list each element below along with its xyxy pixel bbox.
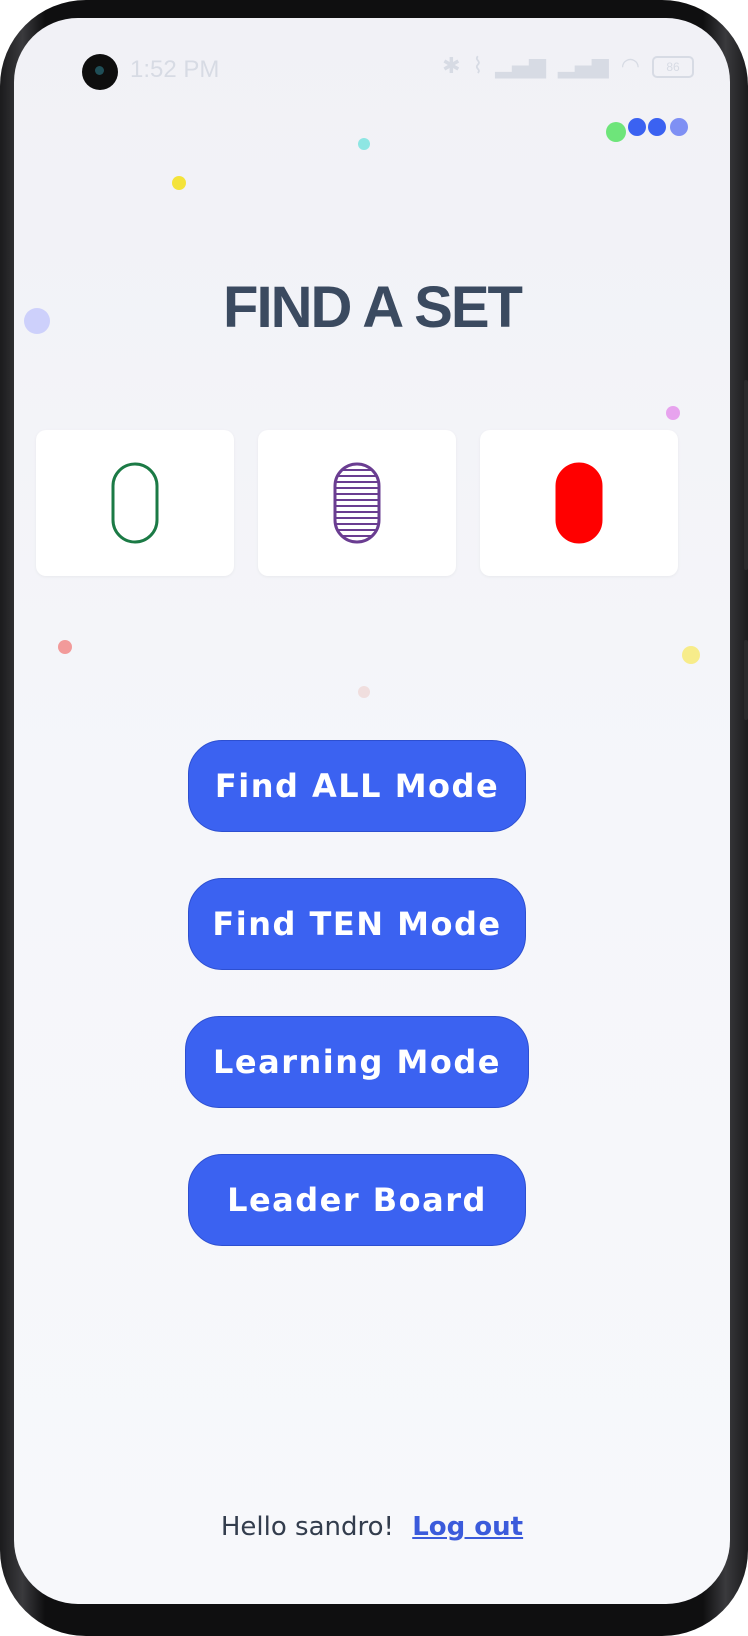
status-time: 1:52 PM (130, 56, 220, 83)
confetti-dot (358, 686, 370, 698)
set-card[interactable] (480, 430, 678, 576)
oval-empty-green-icon (111, 462, 159, 544)
app-screen: 1:52 PM ✱ ⌇ ▂▄▆ ▂▄▆ ◠ 86 FIND A SET Find… (14, 18, 730, 1604)
confetti-dot (58, 640, 72, 654)
status-bar: 1:52 PM ✱ ⌇ ▂▄▆ ▂▄▆ ◠ 86 (14, 18, 730, 114)
logout-link[interactable]: Log out (412, 1512, 523, 1542)
confetti-dot (172, 176, 186, 190)
set-card[interactable] (258, 430, 456, 576)
page-title: FIND A SET (223, 275, 523, 340)
bluetooth-icon: ✱ (442, 54, 461, 79)
footer: Hello sandro! Log out (14, 1512, 730, 1542)
greeting-text: Hello sandro! (220, 1512, 394, 1542)
phone-frame: 1:52 PM ✱ ⌇ ▂▄▆ ▂▄▆ ◠ 86 FIND A SET Find… (0, 0, 748, 1636)
leader-board-button[interactable]: Leader Board (188, 1154, 526, 1246)
confetti-dot (606, 122, 626, 142)
power-button (744, 640, 748, 720)
battery-icon: 86 (652, 55, 694, 78)
find-ten-mode-button[interactable]: Find TEN Mode (188, 878, 526, 970)
set-card[interactable] (36, 430, 234, 576)
confetti-dot (670, 118, 688, 136)
confetti-dot (358, 138, 370, 150)
signal-icon: ▂▄▆ (558, 54, 609, 79)
front-camera (82, 54, 118, 90)
bell-off-icon: ⌇ (472, 54, 484, 79)
confetti-dot (666, 406, 680, 420)
volume-button (744, 380, 748, 570)
confetti-dot (628, 118, 646, 136)
confetti-dot (682, 646, 700, 664)
wifi-icon: ◠ (620, 54, 640, 79)
signal-icon: ▂▄▆ (495, 54, 547, 79)
oval-striped-purple-icon (333, 462, 381, 544)
confetti-dot (648, 118, 666, 136)
oval-solid-red-icon (555, 462, 603, 544)
learning-mode-button[interactable]: Learning Mode (185, 1016, 529, 1108)
set-cards (36, 430, 700, 576)
find-all-mode-button[interactable]: Find ALL Mode (188, 740, 526, 832)
status-icons: ✱ ⌇ ▂▄▆ ▂▄▆ ◠ 86 (442, 54, 694, 79)
